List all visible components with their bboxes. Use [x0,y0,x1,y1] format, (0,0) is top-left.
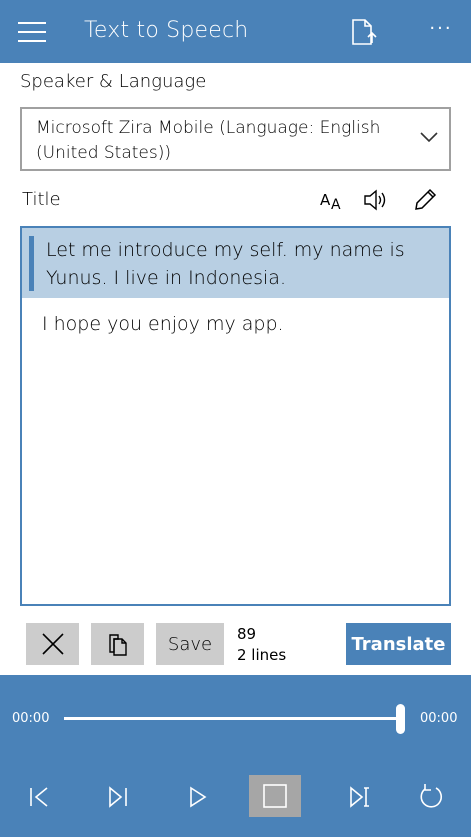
editor-line-2: I hope you enjoy my app. [42,313,284,335]
text-editor[interactable]: Let me introduce my self. my name is Yun… [20,226,451,606]
speaker-language-label: Speaker & Language [20,71,207,92]
speaker-language-value: Microsoft Zira Mobile (Language: English… [36,118,381,163]
stop-button[interactable] [249,775,301,817]
skip-back-icon[interactable] [17,777,61,817]
copy-icon [108,634,127,656]
app-title: Text to Speech [84,18,249,43]
speaker-language-dropdown[interactable]: Microsoft Zira Mobile (Language: English… [20,107,451,171]
title-bar: Text to Speech ··· [0,0,471,63]
current-line-indicator [29,236,34,291]
seek-thumb[interactable] [396,704,405,734]
translate-button[interactable]: Translate [346,623,451,665]
next-icon[interactable] [338,777,382,817]
time-elapsed: 00:00 [12,711,50,726]
seek-bar[interactable] [64,717,400,720]
font-size-icon[interactable]: A A [318,186,346,214]
copy-button[interactable] [91,623,144,665]
stop-icon [263,784,287,808]
line-count: 2 lines [237,646,287,664]
more-icon[interactable]: ··· [426,18,456,44]
hamburger-icon[interactable] [18,22,46,42]
save-button[interactable]: Save [156,623,224,665]
pencil-icon[interactable] [411,186,439,214]
speaker-icon[interactable] [362,186,390,214]
highlighted-line: Let me introduce my self. my name is Yun… [22,228,449,298]
svg-text:A: A [331,197,341,213]
text-stats: 89 2 lines [237,624,286,666]
open-file-icon[interactable] [348,17,378,47]
clear-button[interactable] [26,623,79,665]
play-icon[interactable] [175,777,219,817]
close-icon [41,633,64,655]
editor-line-1: Let me introduce my self. my name is Yun… [46,239,405,289]
character-count: 89 [237,625,257,643]
media-player: 00:00 00:00 [0,675,471,837]
chevron-down-icon [419,129,439,145]
title-label: Title [22,189,61,210]
time-total: 00:00 [420,711,458,726]
svg-text:A: A [320,191,331,209]
prev-icon[interactable] [96,777,140,817]
repeat-icon[interactable] [409,777,453,817]
